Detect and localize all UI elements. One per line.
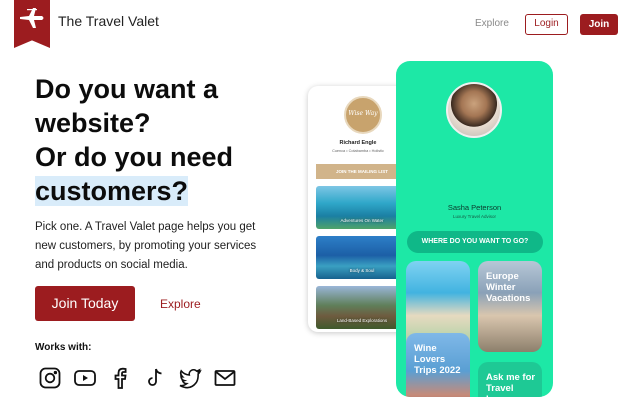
destination-tile[interactable]: Europe Winter Vacations — [478, 261, 542, 352]
social-icons — [38, 366, 237, 390]
tiktok-icon[interactable] — [143, 366, 167, 390]
hero-description: Pick one. A Travel Valet page helps you … — [35, 221, 257, 271]
destination-tile-label: Europe Winter Vacations — [486, 271, 531, 304]
join-today-button[interactable]: Join Today — [35, 286, 135, 321]
where-to-go-button[interactable]: WHERE DO YOU WANT TO GO? — [407, 231, 543, 253]
profile-name: Richard Engle — [339, 140, 377, 146]
category-card[interactable]: Land-Based Explorations — [316, 286, 408, 329]
works-with-label: Works with: — [35, 342, 92, 353]
nav-explore-link[interactable]: Explore — [475, 18, 509, 29]
phone-preview-left: Wise Way Richard Engle Cuenca • Cotabamb… — [308, 86, 408, 332]
airplane-icon — [20, 8, 44, 28]
profile-logo: Wise Way — [344, 96, 382, 134]
category-card-label: Body & Soul — [349, 268, 375, 273]
advisor-avatar — [446, 82, 502, 138]
hero-title-line: Or do you need — [35, 142, 234, 172]
join-button[interactable]: Join — [580, 14, 618, 35]
email-icon[interactable] — [213, 366, 237, 390]
facebook-icon[interactable] — [108, 366, 132, 390]
instagram-icon[interactable] — [38, 366, 62, 390]
twitter-icon[interactable] — [178, 366, 202, 390]
destination-tile-label: Ask me for Travel Insurance — [486, 372, 536, 397]
category-card-label: Land-Based Explorations — [336, 318, 388, 323]
logo-badge[interactable] — [14, 0, 50, 48]
category-card[interactable]: Adventures On Water — [316, 186, 408, 229]
youtube-icon[interactable] — [73, 366, 97, 390]
mailing-list-button[interactable]: JOIN THE MAILING LIST — [316, 164, 408, 179]
hero-title-highlight: customers? — [35, 176, 189, 206]
hero-title-line: Do you want a — [35, 74, 219, 104]
top-nav: The Travel Valet Explore Login Join — [0, 0, 640, 50]
advisor-name: Sasha Peterson — [447, 203, 502, 212]
destination-tile-label: Wine Lovers Trips 2022 — [414, 343, 461, 376]
destination-tile[interactable]: Wine Lovers Trips 2022 — [406, 333, 470, 397]
phone-preview-right: Sasha Peterson Luxury Travel Advisor WHE… — [396, 61, 553, 397]
advisor-subtitle: Luxury Travel Advisor — [452, 214, 497, 219]
login-button[interactable]: Login — [525, 14, 568, 35]
hero-title: Do you want a website? Or do you need cu… — [35, 72, 315, 208]
category-card[interactable]: Body & Soul — [316, 236, 408, 279]
brand-name[interactable]: The Travel Valet — [58, 13, 159, 29]
profile-subtitle: Cuenca • Cotabamba • Holistic — [332, 149, 384, 153]
category-card-label: Adventures On Water — [340, 218, 384, 223]
hero-explore-link[interactable]: Explore — [160, 297, 201, 311]
travel-insurance-tile[interactable]: Ask me for Travel Insurance — [478, 362, 542, 397]
hero-title-line: website? — [35, 108, 151, 138]
